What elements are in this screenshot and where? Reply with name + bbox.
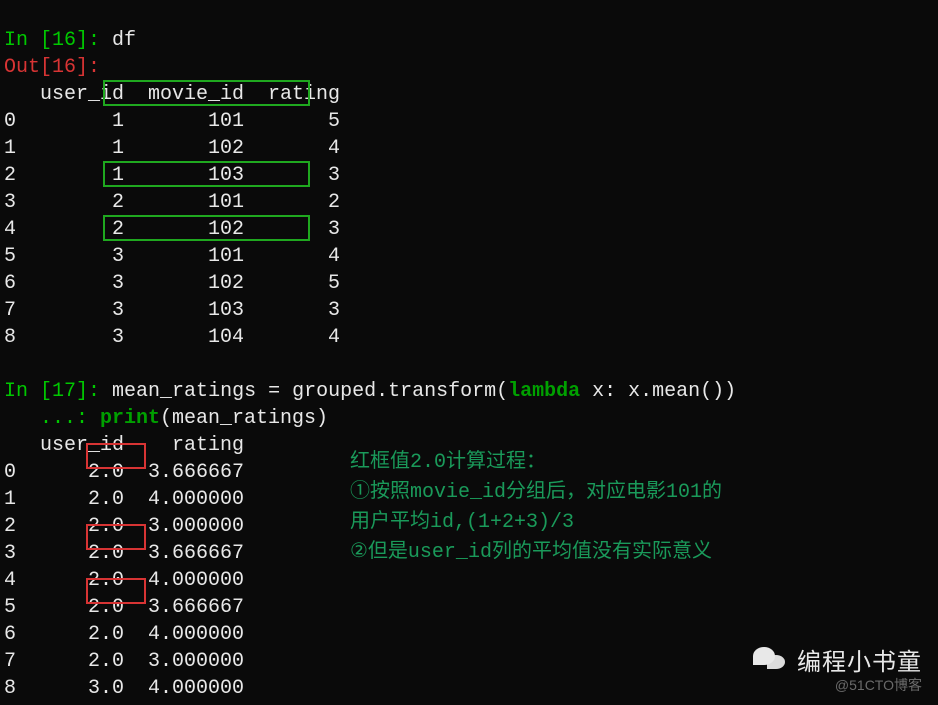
wechat-icon	[753, 645, 789, 675]
df-row: 8 3 104 4	[4, 326, 340, 349]
mean-row: 1 2.0 4.000000	[4, 488, 244, 511]
mean-row: 2 2.0 3.000000	[4, 515, 244, 538]
watermark-sub: @51CTO博客	[835, 675, 922, 695]
terminal-output: In [16]: df Out[16]: user_id movie_id ra…	[0, 0, 938, 702]
code-17-line1: mean_ratings = grouped.transform(lambda …	[112, 380, 736, 403]
mean-row: 8 3.0 4.000000	[4, 677, 244, 700]
annotation-text: 红框值2.0计算过程： ①按照movie_id分组后，对应电影101的 用户平均…	[350, 448, 722, 568]
in-prompt-17: In [17]:	[4, 380, 112, 403]
mean-row: 6 2.0 4.000000	[4, 623, 244, 646]
mean-row: 4 2.0 4.000000	[4, 569, 244, 592]
df-row: 0 1 101 5	[4, 110, 340, 133]
cont-prompt: ...:	[4, 407, 100, 430]
mean-row: 5 2.0 3.666667	[4, 596, 244, 619]
df-row: 3 2 101 2	[4, 191, 340, 214]
out-prompt-16: Out[16]:	[4, 56, 100, 79]
in-prompt-16: In [16]:	[4, 29, 112, 52]
mean-row: 7 2.0 3.000000	[4, 650, 244, 673]
df-row: 2 1 103 3	[4, 164, 340, 187]
df-row: 4 2 102 3	[4, 218, 340, 241]
df-row: 1 1 102 4	[4, 137, 340, 160]
df-header: user_id movie_id rating	[4, 83, 340, 106]
code-17-line2: print(mean_ratings)	[100, 407, 328, 430]
mean-header: user_id rating	[4, 434, 244, 457]
mean-row: 0 2.0 3.666667	[4, 461, 244, 484]
code-16: df	[112, 29, 136, 52]
mean-row: 3 2.0 3.666667	[4, 542, 244, 565]
df-row: 7 3 103 3	[4, 299, 340, 322]
df-row: 6 3 102 5	[4, 272, 340, 295]
df-row: 5 3 101 4	[4, 245, 340, 268]
watermark-main: 编程小书童	[753, 642, 922, 677]
